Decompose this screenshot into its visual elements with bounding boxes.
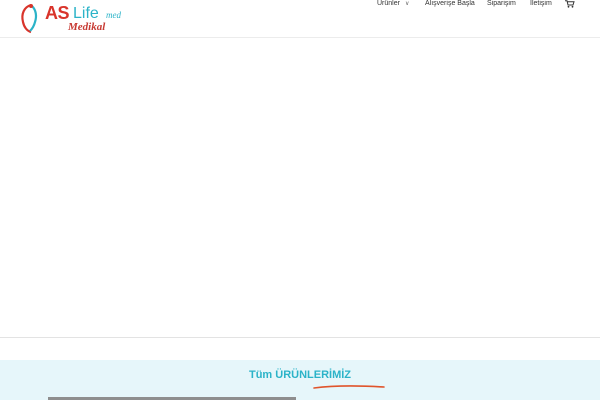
logo-text-as: AS	[45, 3, 70, 23]
site-logo[interactable]: AS Life med Medikal	[18, 2, 128, 36]
title-underline-swash	[313, 385, 385, 389]
logo-text-med: med	[106, 10, 121, 20]
products-section-title: Tüm ÜRÜNLERİMİZ	[248, 369, 352, 381]
shopping-cart-icon[interactable]	[565, 0, 575, 8]
nav-item-iletisim[interactable]: İletişim	[530, 0, 552, 7]
nav-item-label: Siparişim	[487, 0, 516, 7]
nav-item-urunler[interactable]: Ürünler ∨	[377, 0, 409, 7]
chevron-down-icon: ∨	[404, 1, 410, 7]
nav-item-siparisim[interactable]: Siparişim	[487, 0, 516, 7]
products-section: Tüm ÜRÜNLERİMİZ	[0, 360, 600, 400]
nav-item-alisverise-basla[interactable]: Alışverişe Başla	[425, 0, 475, 7]
logo-text-medikal: Medikal	[68, 21, 106, 33]
nav-item-label: Ürünler	[377, 0, 400, 7]
site-header: AS Life med Medikal Ürünler ∨ Alışverişe …	[0, 0, 600, 38]
nav-item-label: Alışverişe Başla	[425, 0, 475, 7]
logo-figure-icon	[21, 3, 38, 34]
hero-slider-area	[0, 39, 600, 338]
nav-item-label: İletişim	[530, 0, 552, 7]
main-nav: Ürünler ∨ Alışverişe Başla Siparişim İlet…	[340, 0, 600, 10]
